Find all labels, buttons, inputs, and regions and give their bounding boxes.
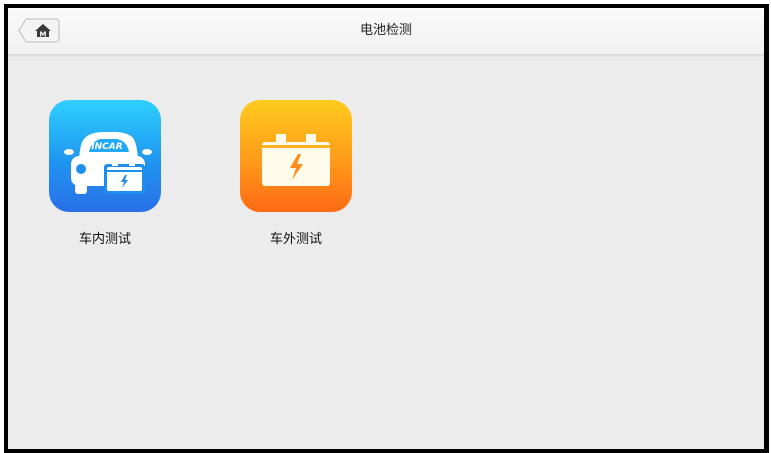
app-tile-outcar-test[interactable]: 车外测试: [220, 100, 360, 260]
device-screen: M 电池检测 INCAR 车内测试 车外测试: [4, 4, 769, 453]
incar-text: INCAR: [91, 142, 122, 152]
app-label-outcar-test: 车外测试: [269, 232, 322, 247]
title-bar: M 电池检测: [8, 8, 764, 55]
incar-battery-icon: INCAR: [49, 100, 161, 212]
home-button[interactable]: M: [18, 18, 60, 43]
app-tile-incar-test[interactable]: INCAR 车内测试: [29, 100, 169, 260]
home-icon: M: [18, 18, 60, 43]
home-icon-letter: M: [40, 31, 47, 39]
app-label-incar-test: 车内测试: [78, 232, 131, 247]
page-title: 电池检测: [359, 23, 412, 38]
battery-charge-icon: [240, 100, 352, 212]
